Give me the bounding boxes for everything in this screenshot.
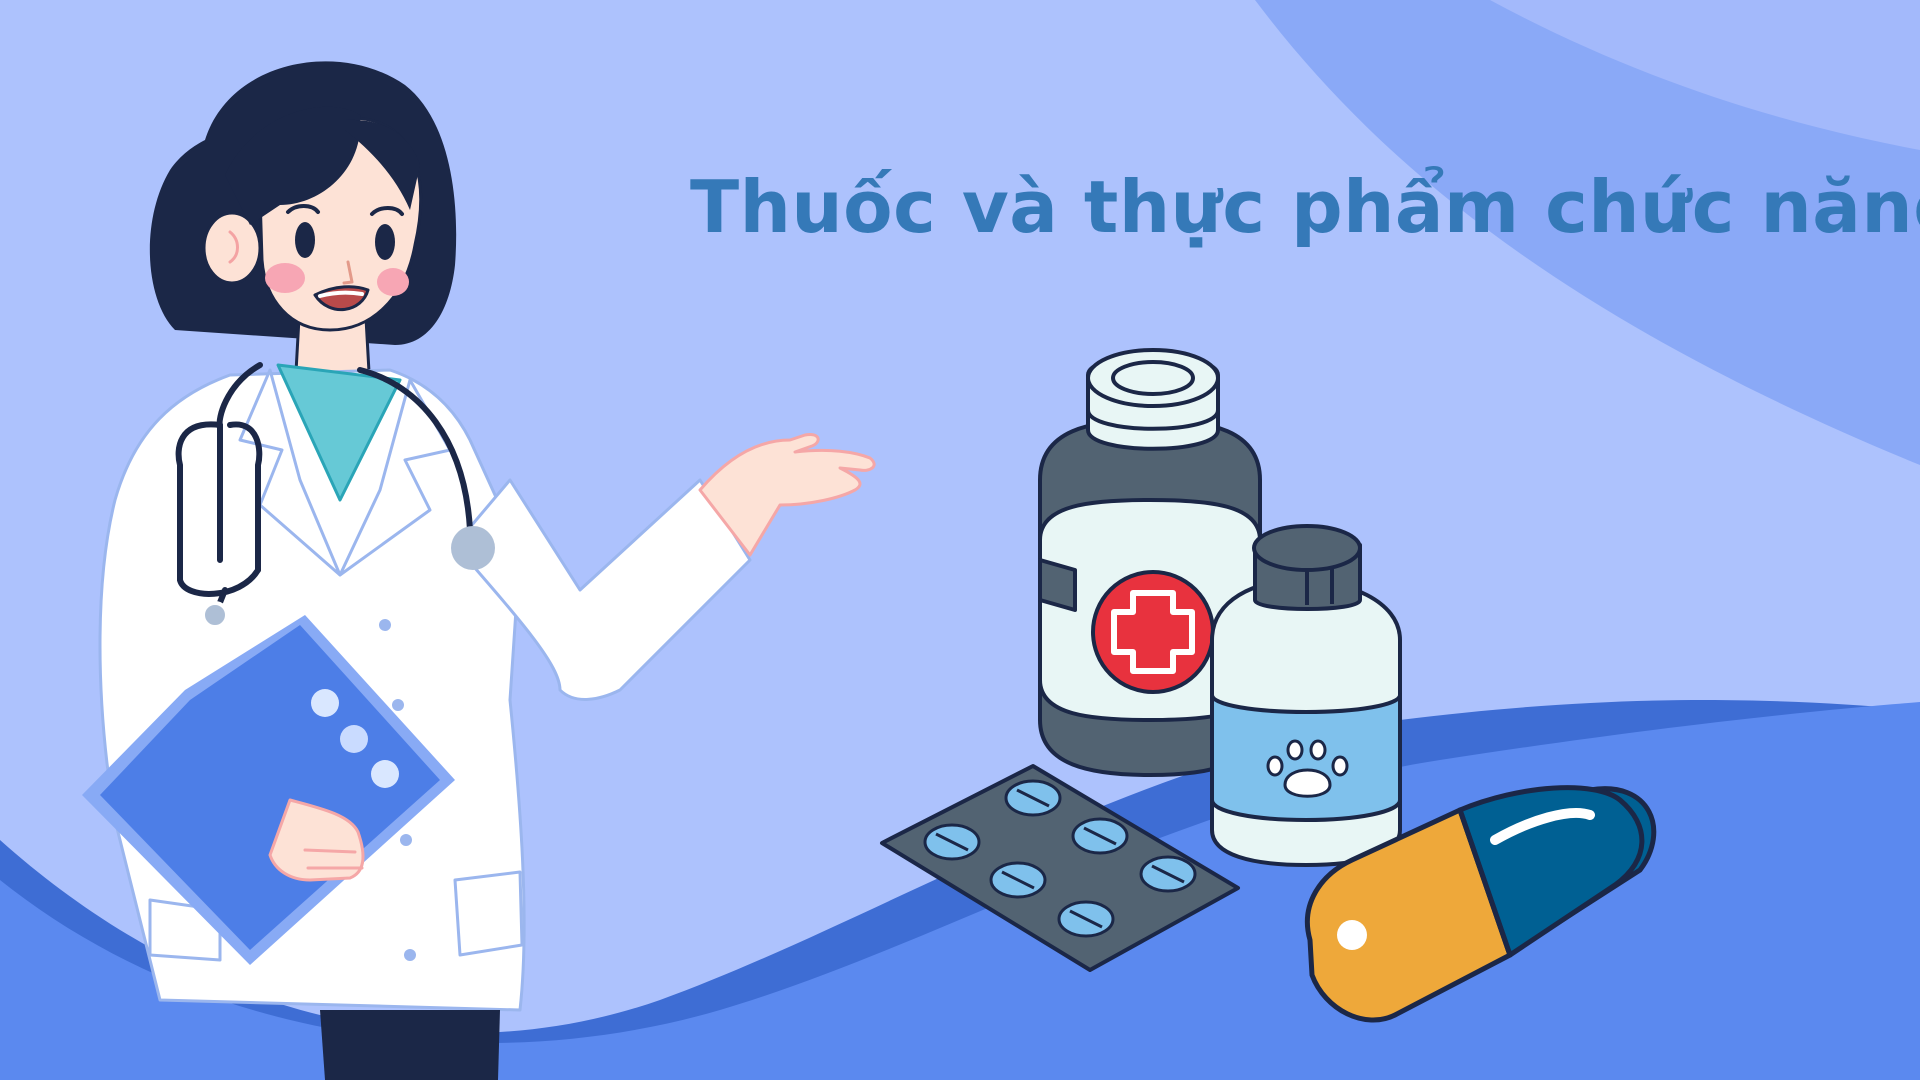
page-title: Thuốc và thực phẩm chức năng xyxy=(690,165,1920,249)
banner: Thuốc và thực phẩm chức năng xyxy=(0,0,1920,1080)
illustration-scene xyxy=(0,0,1920,1080)
